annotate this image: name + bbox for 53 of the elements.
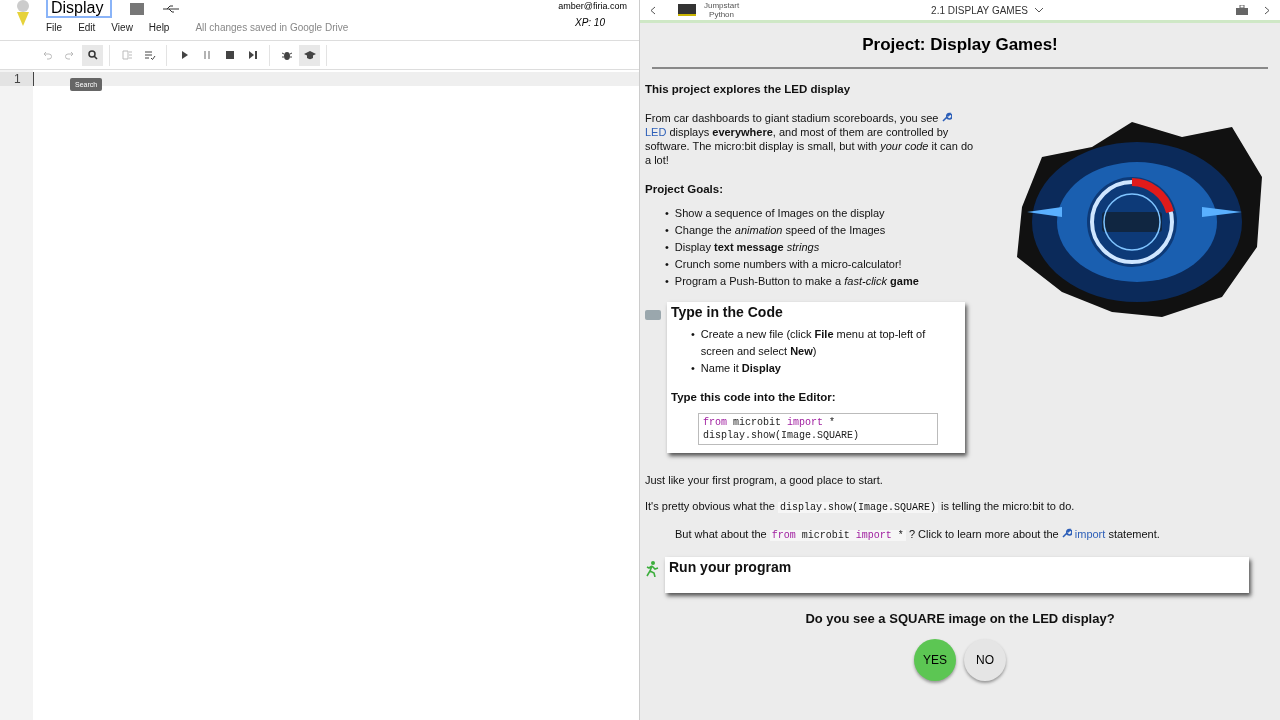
intro-paragraph: From car dashboards to giant stadium scoreboards, you see LED displays everywhere, and most of them are controlled by software. The micro:bit display is small, but with your code it can do a lot! [645, 111, 975, 167]
bullet: • [665, 223, 669, 238]
toolbox-icon[interactable] [1236, 5, 1248, 15]
course-name: Python [709, 10, 734, 19]
wrench-icon [941, 112, 952, 122]
code-block: from microbit import * display.show(Image.SQUARE) [698, 413, 938, 445]
link[interactable]: import [1074, 528, 1106, 540]
goals-heading: Project Goals: [645, 183, 724, 195]
line-number: 1 [0, 72, 33, 86]
microbit-icon [678, 4, 696, 16]
answer-button[interactable]: YES [914, 639, 956, 681]
goal-item: Change the animation speed of the Images [674, 223, 886, 238]
file-name-field[interactable]: Display [46, 0, 112, 18]
card-title: Run your program [669, 559, 793, 575]
forward-icon[interactable] [1264, 5, 1270, 15]
graduation-cap-icon[interactable] [299, 44, 320, 66]
link[interactable]: LED [645, 126, 667, 138]
save-status: All changes saved in Google Drive [195, 22, 349, 33]
intro-heading: This project explores the LED display [645, 83, 852, 95]
goal-item: Show a sequence of Images on the display [674, 206, 885, 221]
bullet: • [665, 240, 669, 255]
card-title: Type in the Code [671, 304, 784, 320]
step-item: Create a new file (click File menu at top-left of screen and select New) [700, 327, 927, 359]
menu-item[interactable]: View [111, 22, 133, 33]
goal-item: Crunch some numbers with a micro-calculator! [674, 257, 902, 272]
running-figure-icon [645, 561, 659, 577]
answer-button[interactable]: NO [964, 639, 1006, 681]
course-name: Jumpstart [704, 1, 740, 10]
usb-icon[interactable] [162, 4, 180, 14]
bullet: • [691, 327, 695, 342]
menu-item[interactable]: Edit [78, 22, 96, 33]
bullet: • [665, 206, 669, 221]
menu-item[interactable]: File [46, 22, 63, 33]
question: Do you see a SQUARE image on the LED display? [804, 611, 1116, 626]
wrench-icon [1061, 528, 1072, 538]
bullet: • [665, 274, 669, 289]
paragraph: Just like your first program, a good place to start. [645, 473, 884, 487]
goal-item: Program a Push-Button to make a fast-click game [674, 274, 919, 289]
page-heading: Project: Display Games! [652, 35, 1268, 69]
xp-score: XP: 10 [574, 17, 605, 28]
lesson-dropdown[interactable]: 2.1 DISPLAY GAMES [931, 4, 1044, 16]
step-item: Name it Display [700, 361, 781, 376]
user-email[interactable]: amber@firia.com [558, 1, 627, 11]
code-heading: Type this code into the Editor: [671, 391, 837, 403]
paragraph: But what about the from microbit import * ? Click to learn more about the import statement. [674, 527, 1161, 543]
menu-item[interactable]: Help [148, 22, 170, 33]
chevron-down-icon [1034, 7, 1044, 13]
search-icon[interactable] [82, 44, 103, 66]
bullet: • [691, 361, 695, 376]
goal-item: Display text message strings [674, 240, 820, 255]
back-icon[interactable] [650, 5, 656, 15]
paragraph: It's pretty obvious what the display.show(Image.SQUARE) is telling the micro:bit to do. [645, 499, 1076, 515]
bullet: • [665, 257, 669, 272]
